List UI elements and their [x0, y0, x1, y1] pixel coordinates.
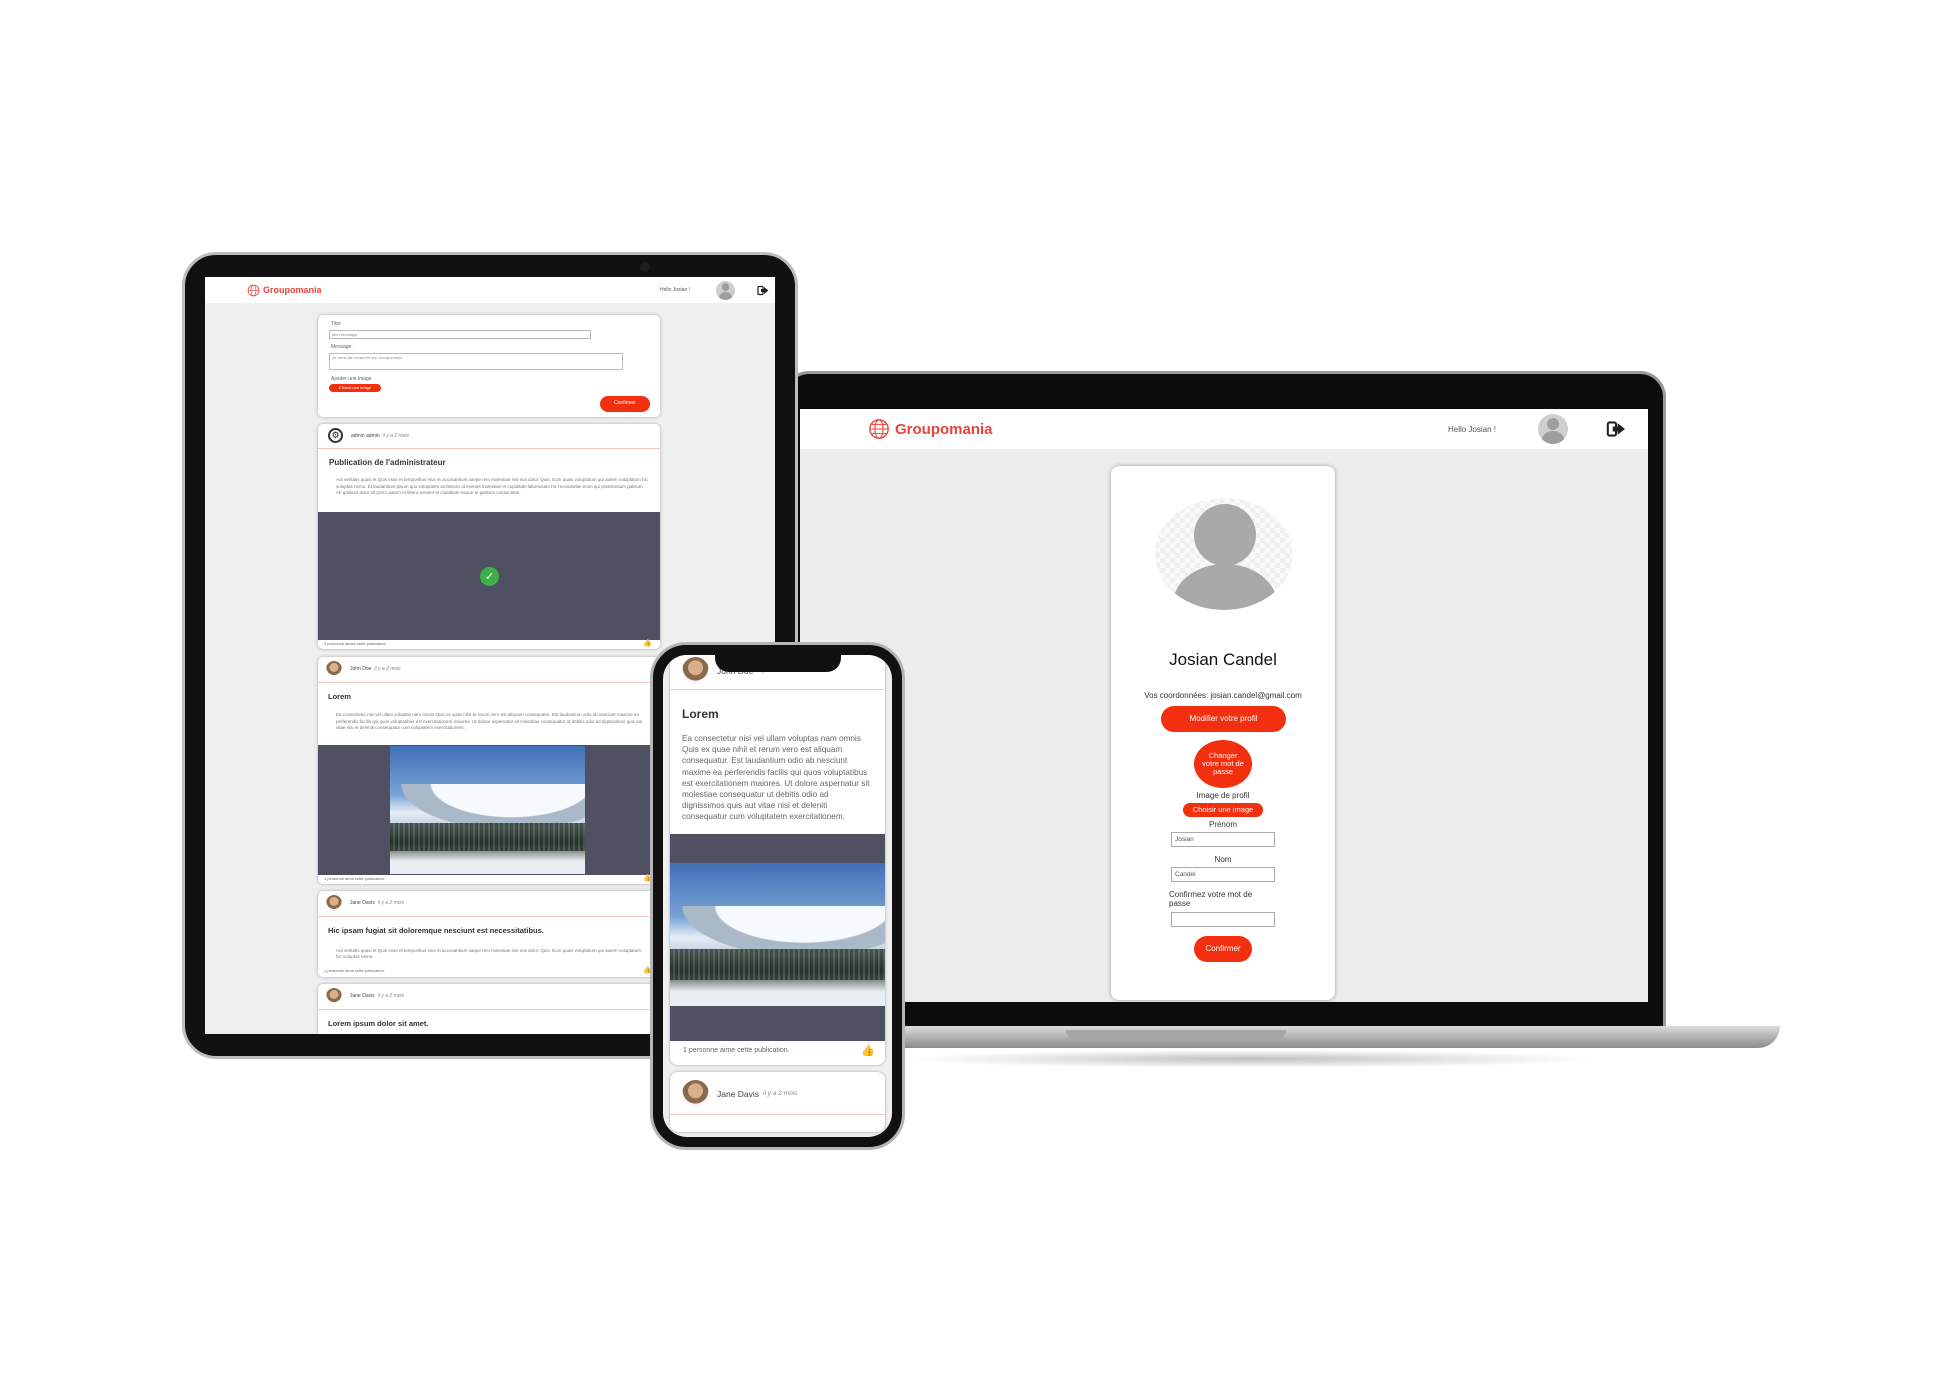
- post-time: il y a 2 mois: [377, 993, 405, 999]
- firstname-field[interactable]: Josian: [1171, 832, 1275, 847]
- post-time: il y a 2 mois: [374, 666, 401, 672]
- tablet-camera: [640, 262, 650, 272]
- post-divider: [318, 916, 660, 917]
- logout-icon[interactable]: [757, 285, 769, 296]
- post-text: Aut veritatis quasi et Quis esse et temp…: [336, 477, 648, 495]
- post-text: Aut veritatis quasi et Quis esse et temp…: [336, 948, 641, 959]
- admin-avatar-icon: ⚙: [328, 428, 343, 443]
- post-likes: 1 personne aime cette publication.: [683, 1047, 790, 1054]
- like-icon[interactable]: 👍: [643, 639, 652, 647]
- post-divider: [318, 448, 660, 449]
- post-time: il y a 2 mois: [377, 900, 405, 906]
- post-title: Publication de l'administrateur: [329, 458, 446, 467]
- post-title: Lorem: [682, 707, 719, 721]
- check-icon: ✓: [480, 567, 499, 586]
- post-title: Lorem ipsum dolor sit amet.: [328, 1019, 429, 1028]
- composer-choose-image-button[interactable]: Choisir une image: [329, 384, 381, 392]
- author-avatar: [326, 988, 342, 1004]
- author-avatar: [682, 1080, 709, 1107]
- profile-avatar[interactable]: [1155, 498, 1293, 610]
- post-image[interactable]: [670, 863, 885, 1006]
- brand-logo[interactable]: Groupomania: [868, 418, 993, 440]
- post-composer: Titre Mon message Message : Je viens de …: [318, 315, 660, 417]
- firstname-label: Prénom: [1208, 820, 1237, 829]
- post-likes: 1 personne aime cette publication.: [324, 968, 385, 973]
- globe-icon: [247, 284, 260, 296]
- post-likes: 1 personne aime cette publication.: [324, 876, 385, 881]
- globe-icon: [869, 419, 889, 439]
- post-card: Jane Davis il y a 2 mois: [670, 1072, 885, 1132]
- post-card: Jane Davis il y a 2 mois Hic ipsam fugia…: [318, 891, 660, 977]
- author-avatar: [682, 657, 709, 684]
- post-divider: [670, 689, 885, 690]
- change-password-button[interactable]: Changer votre mot de passe: [1194, 740, 1252, 788]
- post-text: Ea consectetur nisi vel ullam voluptas n…: [682, 734, 870, 822]
- post-card: John Doe il y a 2 mois Lorem Ea consecte…: [670, 655, 885, 1065]
- brand-name: Groupomania: [895, 420, 993, 438]
- post-header: Jane Davis il y a 2 mois: [326, 988, 404, 1004]
- like-icon[interactable]: 👍: [861, 1044, 875, 1057]
- profile-card: Josian Candel Vos coordonnées: josian.ca…: [1111, 466, 1335, 1000]
- lastname-field[interactable]: Candel: [1171, 867, 1275, 882]
- post-title: Hic ipsam fugiat sit doloremque nesciunt…: [328, 926, 544, 935]
- laptop-screen: Groupomania Hello Josian ! Josian Candel…: [800, 409, 1648, 1002]
- composer-submit-button[interactable]: Confirmer: [600, 396, 650, 412]
- title-label: Titre: [331, 321, 341, 327]
- lastname-label: Nom: [1214, 855, 1232, 864]
- confirm-password-field[interactable]: [1171, 912, 1275, 927]
- post-likes: 1 personne aimes cette publication.: [324, 641, 387, 646]
- post-author: Jane Davis: [350, 900, 375, 906]
- laptop-hinge: [1066, 1030, 1286, 1040]
- tablet-greeting: Hello Josian !: [659, 287, 690, 293]
- post-divider: [318, 682, 660, 683]
- confirm-password-label: Confirmez votre mot de passe: [1169, 890, 1253, 908]
- nav-right: Hello Josian !: [1448, 414, 1626, 444]
- post-author: John Doe: [350, 666, 372, 672]
- confirm-button[interactable]: Confirmer: [1194, 936, 1252, 962]
- tablet-nav-right: Hello Josian !: [659, 280, 769, 300]
- post-header: Jane Davis il y a 2 mois: [326, 895, 404, 911]
- title-input[interactable]: Mon message: [329, 330, 591, 339]
- post-card: ⚙ admin admin il y a 2 mois Publication …: [318, 424, 660, 649]
- edit-profile-button[interactable]: Modifier votre profil: [1161, 706, 1286, 732]
- post-card: Jane Davis il y a 2 mois Lorem ipsum dol…: [318, 984, 660, 1034]
- post-image[interactable]: [390, 746, 585, 874]
- user-avatar-icon[interactable]: [1538, 414, 1568, 444]
- tablet-navbar: Groupomania Hello Josian !: [205, 277, 775, 303]
- laptop-shadow: [900, 1050, 1600, 1068]
- user-avatar-icon[interactable]: [716, 280, 735, 300]
- message-input[interactable]: Je viens de m'inscrire sur Groupomania: [329, 353, 623, 370]
- post-header: John Doe il y a 2 mois: [326, 661, 401, 677]
- add-image-label: Ajouter une image: [331, 376, 372, 382]
- post-header: Jane Davis il y a 2 mois: [682, 1080, 797, 1107]
- greeting: Hello Josian !: [1447, 424, 1496, 434]
- choose-image-button[interactable]: Choisir une image: [1183, 803, 1263, 817]
- post-author: Jane Davis: [350, 993, 375, 999]
- profile-name: Josian Candel: [1169, 650, 1277, 669]
- post-divider: [670, 1114, 885, 1115]
- post-title: Lorem: [328, 692, 351, 701]
- message-label: Message :: [331, 344, 355, 350]
- phone-screen: John Doe il y a 2 mois Lorem Ea consecte…: [663, 655, 892, 1137]
- tablet-brand-name: Groupomania: [263, 285, 322, 295]
- logout-icon[interactable]: [1606, 420, 1626, 438]
- image-label: Image de profil: [1196, 791, 1250, 800]
- author-avatar: [326, 661, 342, 677]
- profile-coordinates: Vos coordonnées: josian.candel@gmail.com: [1144, 691, 1302, 700]
- post-card: John Doe il y a 2 mois Lorem Ea consecte…: [318, 657, 660, 884]
- phone-notch: [715, 652, 841, 672]
- tablet-brand-logo[interactable]: Groupomania: [247, 284, 322, 297]
- author-avatar: [326, 895, 342, 911]
- post-author: admin admin: [351, 432, 380, 439]
- navbar: Groupomania Hello Josian !: [800, 409, 1648, 449]
- post-text: Ea consectetur nisi vel ullam voluptas n…: [336, 712, 643, 730]
- post-header: ⚙ admin admin il y a 2 mois: [328, 428, 409, 443]
- post-author: Jane Davis: [717, 1088, 760, 1099]
- post-time: il y a 2 mois: [382, 432, 410, 439]
- post-divider: [318, 1009, 660, 1010]
- post-time: il y a 2 mois: [763, 1090, 798, 1097]
